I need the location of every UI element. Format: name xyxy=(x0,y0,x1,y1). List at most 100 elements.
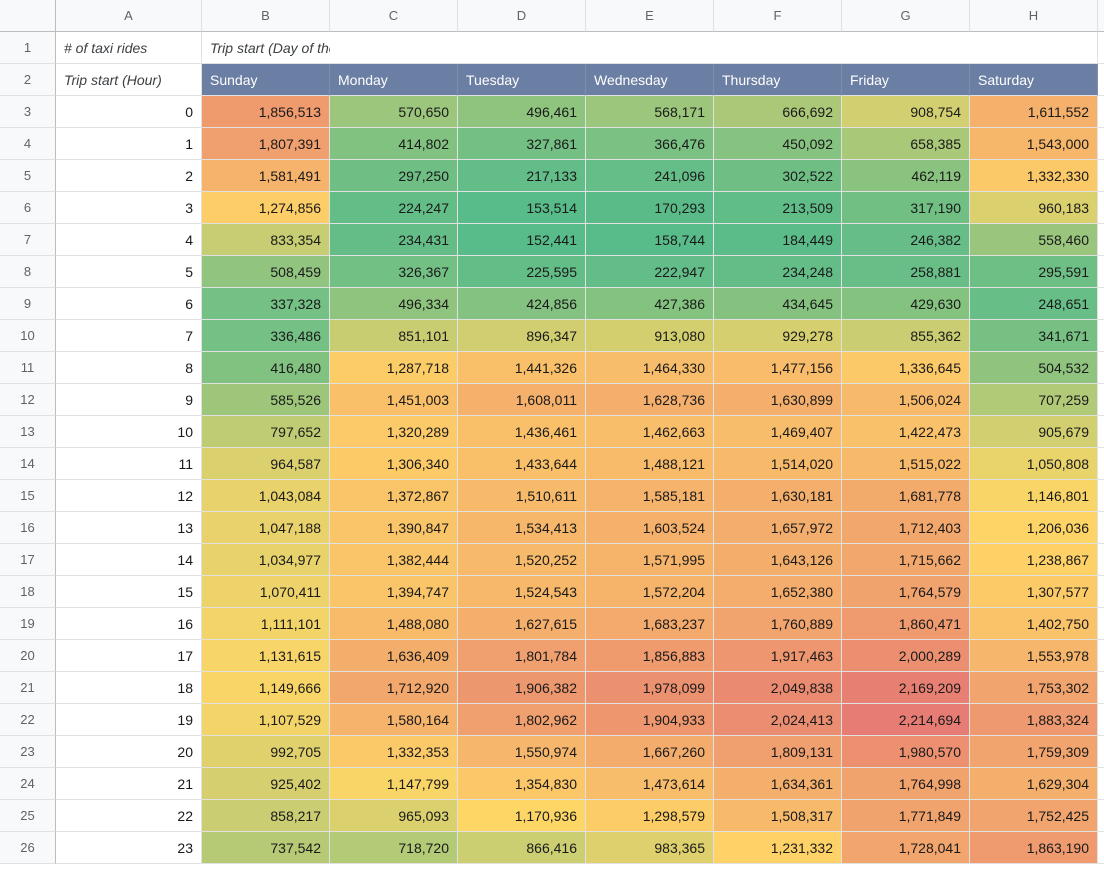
value-cell[interactable]: 1,231,332 xyxy=(714,832,842,864)
value-cell[interactable]: 1,712,403 xyxy=(842,512,970,544)
value-cell[interactable]: 1,147,799 xyxy=(330,768,458,800)
value-cell[interactable]: 1,571,995 xyxy=(586,544,714,576)
row-header[interactable]: 18 xyxy=(0,576,56,608)
col-header[interactable]: G xyxy=(842,0,970,32)
value-cell[interactable]: 1,543,000 xyxy=(970,128,1098,160)
col-header[interactable]: A xyxy=(56,0,202,32)
value-cell[interactable]: 2,049,838 xyxy=(714,672,842,704)
value-cell[interactable]: 707,259 xyxy=(970,384,1098,416)
value-cell[interactable]: 224,247 xyxy=(330,192,458,224)
value-cell[interactable]: 1,402,750 xyxy=(970,608,1098,640)
value-cell[interactable]: 434,645 xyxy=(714,288,842,320)
row-header[interactable]: 20 xyxy=(0,640,56,672)
col-header-extra[interactable] xyxy=(1098,0,1104,32)
value-cell[interactable]: 1,206,036 xyxy=(970,512,1098,544)
value-cell[interactable]: 234,431 xyxy=(330,224,458,256)
value-cell[interactable]: 905,679 xyxy=(970,416,1098,448)
value-cell[interactable]: 1,980,570 xyxy=(842,736,970,768)
value-cell[interactable]: 1,856,883 xyxy=(586,640,714,672)
row-header[interactable]: 12 xyxy=(0,384,56,416)
value-cell[interactable]: 1,307,577 xyxy=(970,576,1098,608)
row-header[interactable]: 26 xyxy=(0,832,56,864)
value-cell[interactable]: 429,630 xyxy=(842,288,970,320)
value-cell[interactable]: 1,332,353 xyxy=(330,736,458,768)
value-cell[interactable]: 929,278 xyxy=(714,320,842,352)
value-cell[interactable]: 866,416 xyxy=(458,832,586,864)
value-cell[interactable]: 1,550,974 xyxy=(458,736,586,768)
value-cell[interactable]: 2,214,694 xyxy=(842,704,970,736)
value-cell[interactable]: 1,760,889 xyxy=(714,608,842,640)
value-cell[interactable]: 153,514 xyxy=(458,192,586,224)
value-cell[interactable]: 1,978,099 xyxy=(586,672,714,704)
value-cell[interactable]: 1,070,411 xyxy=(202,576,330,608)
value-cell[interactable]: 1,514,020 xyxy=(714,448,842,480)
row-header[interactable]: 24 xyxy=(0,768,56,800)
col-header[interactable]: B xyxy=(202,0,330,32)
value-cell[interactable]: 851,101 xyxy=(330,320,458,352)
value-cell[interactable]: 2,000,289 xyxy=(842,640,970,672)
value-cell[interactable]: 1,802,962 xyxy=(458,704,586,736)
value-cell[interactable]: 1,047,188 xyxy=(202,512,330,544)
row-header[interactable]: 9 xyxy=(0,288,56,320)
value-cell[interactable]: 1,464,330 xyxy=(586,352,714,384)
value-cell[interactable]: 1,585,181 xyxy=(586,480,714,512)
row-header[interactable]: 11 xyxy=(0,352,56,384)
value-cell[interactable]: 1,657,972 xyxy=(714,512,842,544)
value-cell[interactable]: 964,587 xyxy=(202,448,330,480)
value-cell[interactable]: 1,238,867 xyxy=(970,544,1098,576)
value-cell[interactable]: 184,449 xyxy=(714,224,842,256)
row-header[interactable]: 21 xyxy=(0,672,56,704)
value-cell[interactable]: 1,390,847 xyxy=(330,512,458,544)
value-cell[interactable]: 1,520,252 xyxy=(458,544,586,576)
value-cell[interactable]: 965,093 xyxy=(330,800,458,832)
value-cell[interactable]: 1,764,998 xyxy=(842,768,970,800)
value-cell[interactable]: 213,509 xyxy=(714,192,842,224)
row-header[interactable]: 23 xyxy=(0,736,56,768)
value-cell[interactable]: 1,809,131 xyxy=(714,736,842,768)
value-cell[interactable]: 1,572,204 xyxy=(586,576,714,608)
value-cell[interactable]: 1,860,471 xyxy=(842,608,970,640)
value-cell[interactable]: 1,611,552 xyxy=(970,96,1098,128)
value-cell[interactable]: 1,759,309 xyxy=(970,736,1098,768)
value-cell[interactable]: 925,402 xyxy=(202,768,330,800)
value-cell[interactable]: 1,451,003 xyxy=(330,384,458,416)
value-cell[interactable]: 1,298,579 xyxy=(586,800,714,832)
value-cell[interactable]: 1,488,121 xyxy=(586,448,714,480)
value-cell[interactable]: 341,671 xyxy=(970,320,1098,352)
value-cell[interactable]: 508,459 xyxy=(202,256,330,288)
value-cell[interactable]: 1,433,644 xyxy=(458,448,586,480)
value-cell[interactable]: 2,024,413 xyxy=(714,704,842,736)
value-cell[interactable]: 568,171 xyxy=(586,96,714,128)
value-cell[interactable]: 337,328 xyxy=(202,288,330,320)
value-cell[interactable]: 170,293 xyxy=(586,192,714,224)
value-cell[interactable]: 1,728,041 xyxy=(842,832,970,864)
value-cell[interactable]: 1,712,920 xyxy=(330,672,458,704)
value-cell[interactable]: 960,183 xyxy=(970,192,1098,224)
value-cell[interactable]: 246,382 xyxy=(842,224,970,256)
value-cell[interactable]: 295,591 xyxy=(970,256,1098,288)
value-cell[interactable]: 855,362 xyxy=(842,320,970,352)
value-cell[interactable]: 1,636,409 xyxy=(330,640,458,672)
value-cell[interactable]: 1,752,425 xyxy=(970,800,1098,832)
value-cell[interactable]: 326,367 xyxy=(330,256,458,288)
value-cell[interactable]: 1,667,260 xyxy=(586,736,714,768)
value-cell[interactable]: 222,947 xyxy=(586,256,714,288)
value-cell[interactable]: 414,802 xyxy=(330,128,458,160)
value-cell[interactable]: 1,801,784 xyxy=(458,640,586,672)
value-cell[interactable]: 248,651 xyxy=(970,288,1098,320)
value-cell[interactable]: 1,771,849 xyxy=(842,800,970,832)
value-cell[interactable]: 1,043,084 xyxy=(202,480,330,512)
value-cell[interactable]: 1,146,801 xyxy=(970,480,1098,512)
value-cell[interactable]: 416,480 xyxy=(202,352,330,384)
value-cell[interactable]: 504,532 xyxy=(970,352,1098,384)
value-cell[interactable]: 585,526 xyxy=(202,384,330,416)
value-cell[interactable]: 1,510,611 xyxy=(458,480,586,512)
value-cell[interactable]: 666,692 xyxy=(714,96,842,128)
value-cell[interactable]: 1,149,666 xyxy=(202,672,330,704)
row-header[interactable]: 13 xyxy=(0,416,56,448)
value-cell[interactable]: 1,050,808 xyxy=(970,448,1098,480)
value-cell[interactable]: 241,096 xyxy=(586,160,714,192)
value-cell[interactable]: 1,274,856 xyxy=(202,192,330,224)
value-cell[interactable]: 327,861 xyxy=(458,128,586,160)
row-header[interactable]: 8 xyxy=(0,256,56,288)
